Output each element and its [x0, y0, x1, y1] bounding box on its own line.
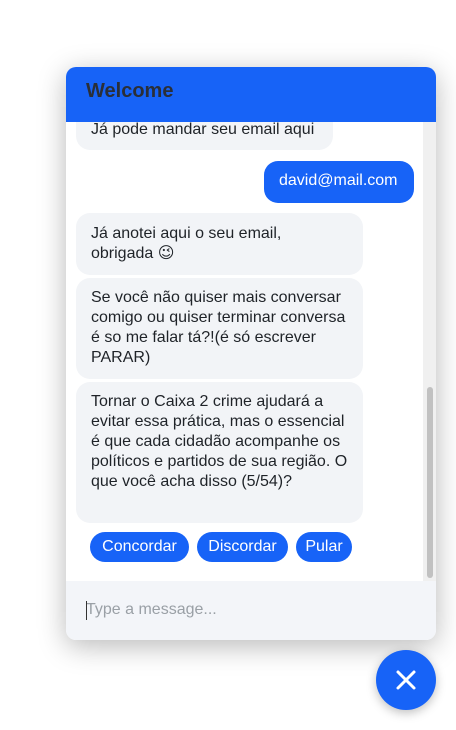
- message-text: Já anotei aqui o seu email, obrigada: [91, 225, 282, 262]
- bot-message: Tornar o Caixa 2 crime ajudará a evitar …: [76, 382, 363, 523]
- chat-header: Welcome: [66, 67, 436, 122]
- scrollbar-thumb[interactable]: [427, 387, 433, 578]
- pular-button[interactable]: Pular: [296, 532, 352, 562]
- close-icon: [396, 670, 416, 690]
- close-chat-button[interactable]: [376, 650, 436, 710]
- chat-title: Welcome: [86, 80, 174, 102]
- bot-message: Já anotei aqui o seu email, obrigada 😉: [76, 213, 363, 275]
- composer: [66, 581, 436, 640]
- bot-message: Já pode mandar seu email aqui: [76, 122, 333, 150]
- message-input[interactable]: [86, 599, 416, 621]
- bot-message: Se você não quiser mais conversar comigo…: [76, 278, 363, 379]
- discordar-button[interactable]: Discordar: [197, 532, 288, 562]
- concordar-button[interactable]: Concordar: [90, 532, 189, 562]
- user-message: david@mail.com: [264, 161, 414, 203]
- wink-emoji: 😉: [157, 245, 175, 262]
- message-list[interactable]: Já pode mandar seu email aqui david@mail…: [66, 122, 436, 581]
- chat-widget: Welcome Já pode mandar seu email aqui da…: [66, 67, 436, 640]
- text-caret: [86, 601, 87, 620]
